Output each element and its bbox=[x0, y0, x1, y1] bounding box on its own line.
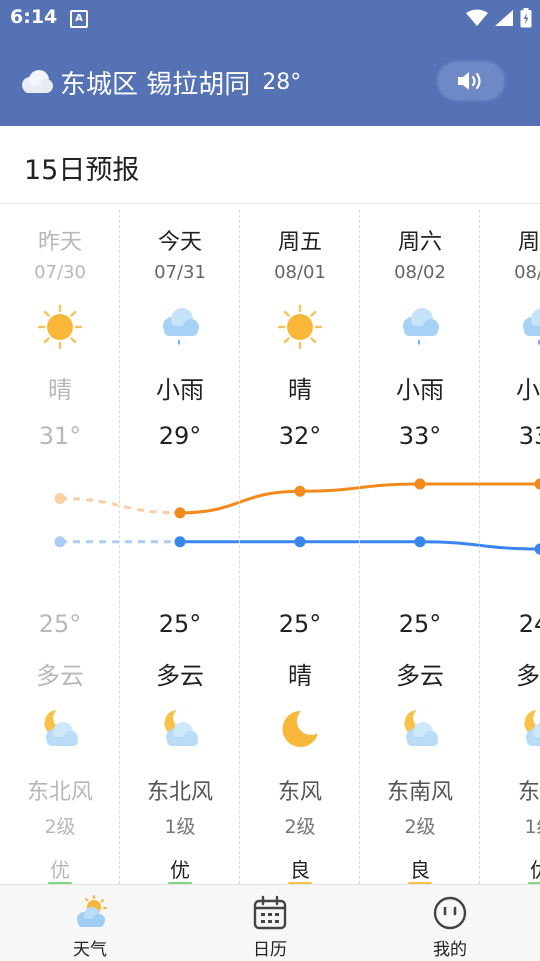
day-label: 周日 bbox=[480, 224, 540, 256]
air-quality: 良 bbox=[360, 854, 480, 883]
wind-direction: 东北风 bbox=[120, 774, 240, 806]
rain-cloud-icon bbox=[120, 304, 240, 350]
night-condition: 多云 bbox=[0, 656, 120, 691]
calendar-icon bbox=[252, 895, 288, 931]
high-temperature: 33° bbox=[360, 422, 480, 450]
date-label: 08/03 bbox=[480, 262, 540, 283]
wifi-icon bbox=[466, 9, 488, 27]
wind-direction: 东风 bbox=[480, 774, 540, 806]
low-temperature: 25° bbox=[0, 610, 120, 638]
moon-cloud-icon bbox=[360, 706, 480, 752]
status-time: 6:14 bbox=[10, 6, 57, 28]
date-label: 08/01 bbox=[240, 262, 360, 283]
notification-icon: A bbox=[70, 10, 88, 28]
profile-face-icon bbox=[432, 895, 468, 931]
signal-icon bbox=[494, 9, 514, 27]
day-condition: 晴 bbox=[240, 370, 360, 405]
wind-level: 2级 bbox=[240, 812, 360, 839]
cloud-icon bbox=[18, 69, 54, 95]
current-temperature: 28° bbox=[262, 70, 301, 95]
forecast-day-2[interactable]: 周五 08/01 晴 32° 25° 晴东风 2级良 bbox=[240, 204, 360, 884]
wind-direction: 东风 bbox=[240, 774, 360, 806]
night-condition: 多云 bbox=[360, 656, 480, 691]
tab-label: 我的 bbox=[390, 935, 510, 960]
wind-direction: 东北风 bbox=[0, 774, 120, 806]
speaker-icon bbox=[456, 69, 486, 93]
tab-weather[interactable]: 天气 bbox=[30, 885, 150, 961]
air-quality: 优 bbox=[120, 854, 240, 883]
sun-icon bbox=[240, 304, 360, 350]
date-label: 08/02 bbox=[360, 262, 480, 283]
wind-level: 1级 bbox=[480, 812, 540, 839]
night-condition: 晴 bbox=[240, 656, 360, 691]
day-label: 周六 bbox=[360, 224, 480, 256]
tab-profile[interactable]: 我的 bbox=[390, 885, 510, 961]
sun-icon bbox=[0, 304, 120, 350]
night-condition: 多云 bbox=[120, 656, 240, 691]
date-label: 07/31 bbox=[120, 262, 240, 283]
moon-cloud-icon bbox=[120, 706, 240, 752]
rain-cloud-icon bbox=[480, 304, 540, 350]
high-temperature: 29° bbox=[120, 422, 240, 450]
forecast-day-1[interactable]: 今天 07/31 小雨 29° 25° 多云东北风 1级优 bbox=[120, 204, 240, 884]
forecast-day-0[interactable]: 昨天 07/30 晴 31° 25° 多云东北风 2级优 bbox=[0, 204, 120, 884]
forecast-scroll[interactable]: 昨天07/30晴31°25°多云东北风2级优今天07/31小雨29°25°多云东… bbox=[0, 204, 540, 884]
forecast-day-3[interactable]: 周六 08/02 小雨 33° 25° 多云东南风 2级良 bbox=[360, 204, 480, 884]
high-temperature: 33° bbox=[480, 422, 540, 450]
night-condition: 多云 bbox=[480, 656, 540, 691]
moon-cloud-icon bbox=[480, 706, 540, 752]
wind-level: 1级 bbox=[120, 812, 240, 839]
air-quality: 良 bbox=[240, 854, 360, 883]
status-bar: 6:14 A bbox=[0, 0, 540, 36]
day-condition: 小雨 bbox=[360, 370, 480, 405]
date-label: 07/30 bbox=[0, 262, 120, 283]
voice-broadcast-button[interactable] bbox=[436, 60, 506, 102]
low-temperature: 25° bbox=[360, 610, 480, 638]
tab-label: 日历 bbox=[210, 935, 330, 960]
air-quality: 优 bbox=[480, 854, 540, 883]
day-label: 周五 bbox=[240, 224, 360, 256]
header-bar: 6:14 A 东城区 锡拉胡同 28° bbox=[0, 0, 540, 126]
day-label: 昨天 bbox=[0, 224, 120, 256]
high-temperature: 31° bbox=[0, 422, 120, 450]
rain-cloud-icon bbox=[360, 304, 480, 350]
tab-calendar[interactable]: 日历 bbox=[210, 885, 330, 961]
air-quality: 优 bbox=[0, 854, 120, 883]
wind-direction: 东南风 bbox=[360, 774, 480, 806]
tab-label: 天气 bbox=[30, 935, 150, 960]
location-row[interactable]: 东城区 锡拉胡同 28° bbox=[18, 62, 301, 102]
status-icons bbox=[466, 8, 532, 28]
day-label: 今天 bbox=[120, 224, 240, 256]
high-temperature: 32° bbox=[240, 422, 360, 450]
day-condition: 小雨 bbox=[480, 370, 540, 405]
location-name: 东城区 锡拉胡同 bbox=[60, 64, 250, 101]
low-temperature: 24° bbox=[480, 610, 540, 638]
forecast-title: 15日预报 bbox=[24, 148, 139, 187]
wind-level: 2级 bbox=[360, 812, 480, 839]
low-temperature: 25° bbox=[120, 610, 240, 638]
moon-icon bbox=[240, 706, 360, 752]
weather-icon bbox=[72, 895, 108, 931]
moon-cloud-icon bbox=[0, 706, 120, 752]
bottom-tab-bar: 天气 日历 我的 bbox=[0, 884, 540, 961]
day-condition: 晴 bbox=[0, 370, 120, 405]
low-temperature: 25° bbox=[240, 610, 360, 638]
battery-icon bbox=[520, 8, 532, 28]
wind-level: 2级 bbox=[0, 812, 120, 839]
day-condition: 小雨 bbox=[120, 370, 240, 405]
forecast-day-4[interactable]: 周日 08/03 小雨 33° 24° 多云东风 1级优 bbox=[480, 204, 540, 884]
